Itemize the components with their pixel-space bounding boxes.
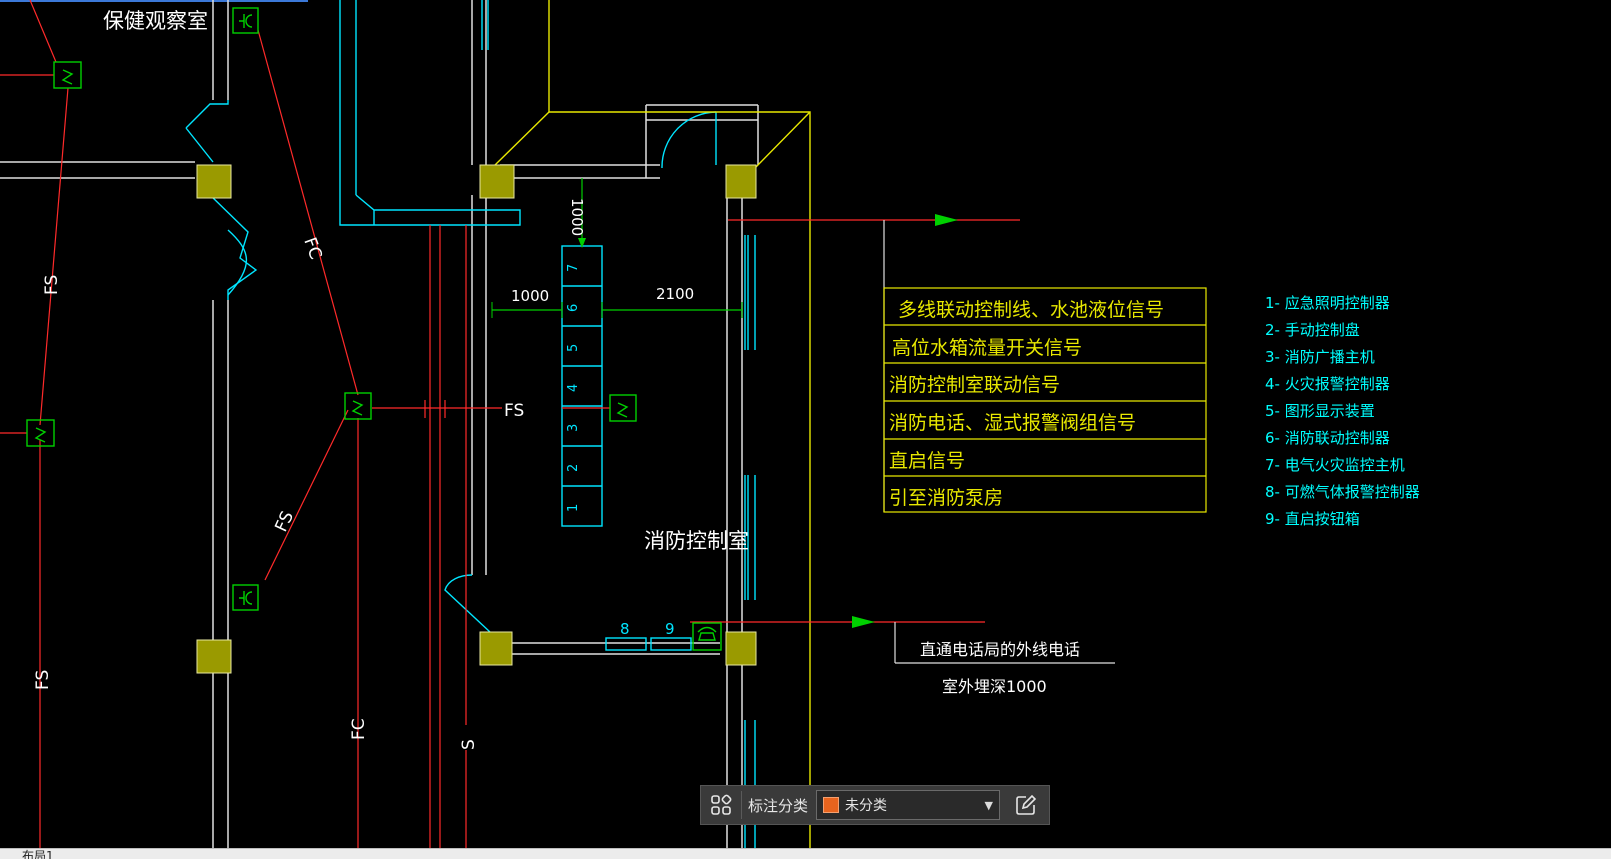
legend-item: 4- 火灾报警控制器 bbox=[1265, 375, 1390, 393]
leader-lines bbox=[883, 220, 1115, 664]
tab-layout1[interactable]: 布局1 bbox=[22, 849, 54, 859]
walls bbox=[0, 0, 759, 858]
signal-row: 直启信号 bbox=[889, 450, 965, 472]
arrow-icon bbox=[935, 214, 958, 226]
column bbox=[196, 639, 232, 674]
line-label-fs: FS bbox=[42, 275, 62, 295]
line-label-fs: FS bbox=[271, 508, 298, 535]
red-wiring bbox=[0, 0, 1020, 858]
cabinet-number: 7 bbox=[566, 264, 581, 272]
room-label-health: 保健观察室 bbox=[103, 9, 208, 33]
cabinet-number: 3 bbox=[566, 424, 581, 432]
cabinet-number: 1 bbox=[566, 504, 581, 512]
column bbox=[479, 164, 515, 199]
phone-note-line2: 室外埋深1000 bbox=[942, 677, 1047, 696]
smoke-detector-icon bbox=[344, 392, 372, 420]
line-label-s: S bbox=[459, 739, 479, 750]
column bbox=[725, 164, 757, 199]
cabinet-number: 2 bbox=[566, 464, 581, 472]
manual-alarm-icon bbox=[232, 584, 259, 611]
category-color-swatch bbox=[823, 797, 840, 813]
signal-row: 高位水箱流量开关信号 bbox=[892, 337, 1082, 359]
devices bbox=[26, 7, 722, 651]
phone-note-line1: 直通电话局的外线电话 bbox=[920, 640, 1080, 659]
signal-row: 多线联动控制线、水池液位信号 bbox=[898, 299, 1164, 321]
line-label-fc: FC bbox=[299, 235, 325, 262]
annotation-category-label: 标注分类 bbox=[748, 796, 809, 815]
device-label-9: 9 bbox=[665, 620, 675, 638]
line-label-fs: FS bbox=[33, 670, 53, 690]
legend-item: 3- 消防广播主机 bbox=[1265, 348, 1375, 366]
cabinet-number: 5 bbox=[566, 344, 581, 352]
signal-row: 消防电话、湿式报警阀组信号 bbox=[889, 412, 1136, 434]
telephone-icon bbox=[692, 622, 722, 651]
column bbox=[725, 631, 757, 666]
columns bbox=[196, 164, 757, 674]
cabinet-number: 6 bbox=[566, 304, 581, 312]
cyan-partitions bbox=[185, 0, 756, 858]
signal-table bbox=[883, 287, 1207, 513]
chevron-down-icon: ▼ bbox=[984, 798, 994, 812]
column bbox=[196, 164, 232, 199]
legend-item: 9- 直启按钮箱 bbox=[1265, 510, 1360, 528]
legend-item: 7- 电气火灾监控主机 bbox=[1265, 456, 1405, 474]
dimension-2100: 2100 bbox=[656, 285, 694, 303]
edit-icon[interactable] bbox=[1006, 786, 1046, 824]
legend-item: 2- 手动控制盘 bbox=[1265, 321, 1360, 339]
cad-drawing-canvas[interactable]: 保健观察室 消防控制室 FS FS FS FS FC FC S 1000 100… bbox=[0, 0, 1611, 858]
column bbox=[479, 631, 513, 666]
annotation-category-select[interactable]: 未分类 ▼ bbox=[816, 790, 1001, 820]
dimension-1000: 1000 bbox=[511, 287, 549, 305]
legend-item: 5- 图形显示装置 bbox=[1265, 402, 1375, 420]
cabinet-number: 4 bbox=[566, 384, 581, 392]
legend-item: 1- 应急照明控制器 bbox=[1265, 294, 1390, 312]
device-label-8: 8 bbox=[620, 620, 630, 638]
dimension-1000-vertical: 1000 bbox=[568, 198, 586, 236]
signal-row: 引至消防泵房 bbox=[889, 487, 1003, 509]
signal-row: 消防控制室联动信号 bbox=[889, 374, 1060, 396]
yellow-outline bbox=[494, 0, 811, 858]
smoke-detector-icon bbox=[609, 394, 637, 422]
category-select-value: 未分类 bbox=[845, 798, 888, 814]
line-label-fs: FS bbox=[504, 401, 524, 421]
grid-icon[interactable] bbox=[701, 786, 741, 824]
line-label-fc: FC bbox=[349, 718, 369, 740]
legend-item: 6- 消防联动控制器 bbox=[1265, 429, 1390, 447]
manual-alarm-icon bbox=[232, 7, 259, 34]
smoke-detector-icon bbox=[53, 61, 82, 89]
annotation-toolbar: 标注分类 未分类 ▼ bbox=[700, 785, 1050, 825]
legend-item: 8- 可燃气体报警控制器 bbox=[1265, 483, 1420, 501]
layout-tab-bar: 布局1 bbox=[0, 848, 1611, 859]
arrow-icon bbox=[852, 616, 875, 628]
room-label-fire-control: 消防控制室 bbox=[644, 529, 749, 553]
